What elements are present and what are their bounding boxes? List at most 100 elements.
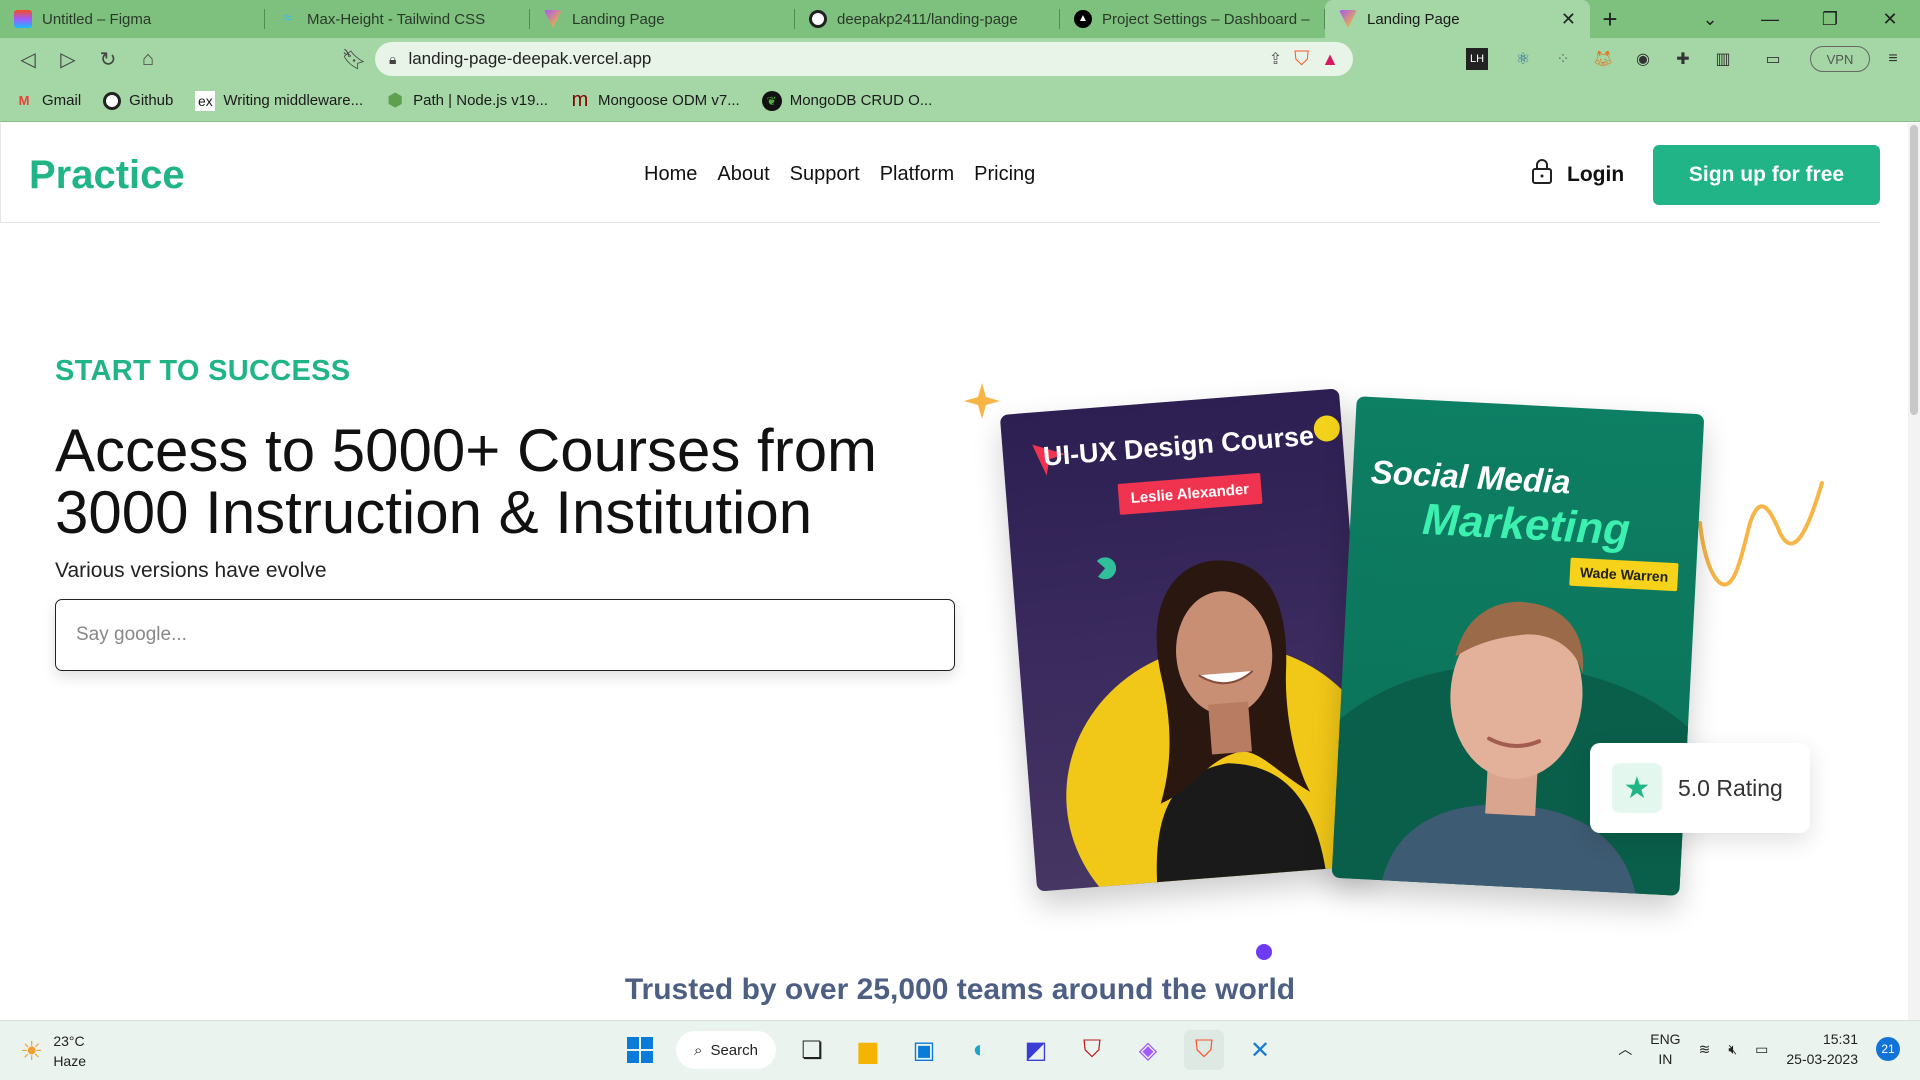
tab-github[interactable]: deepakp2411/landing-page bbox=[795, 0, 1060, 38]
bookmark-icon[interactable]: 🔖︎ bbox=[334, 41, 374, 77]
signup-button[interactable]: Sign up for free bbox=[1653, 145, 1880, 205]
tab-search-chevron-icon[interactable]: ⌄ bbox=[1680, 9, 1740, 30]
figma-icon[interactable]: ◈ bbox=[1128, 1030, 1168, 1070]
nav-home[interactable]: Home bbox=[644, 163, 697, 186]
express-icon: ex bbox=[195, 90, 216, 111]
bookmark-mongoose[interactable]: m Mongoose ODM v7... bbox=[570, 89, 740, 111]
page-viewport: Practice Home About Support Platform Pri… bbox=[0, 123, 1920, 1020]
hero-search-input[interactable] bbox=[55, 599, 955, 671]
bookmark-nodejs[interactable]: ⬢ Path | Node.js v19... bbox=[385, 90, 548, 111]
wallet-icon[interactable]: ▭ bbox=[1758, 44, 1788, 74]
browser-tab-bar: Untitled – Figma ≈ Max-Height - Tailwind… bbox=[0, 0, 1920, 38]
carousel-dot[interactable] bbox=[1256, 944, 1272, 960]
login-button[interactable]: Login bbox=[1531, 159, 1624, 191]
weather-widget[interactable]: ☀ 23°C Haze bbox=[20, 1031, 86, 1071]
nav-pricing[interactable]: Pricing bbox=[974, 163, 1035, 186]
mathway-icon[interactable]: ◩ bbox=[1016, 1030, 1056, 1070]
card2-title-line2: Marketing bbox=[1421, 494, 1632, 555]
brave-icon[interactable]: ⛉ bbox=[1184, 1030, 1224, 1070]
sparkle-icon bbox=[964, 383, 1000, 419]
main-nav: Home About Support Platform Pricing bbox=[644, 163, 1035, 186]
brave-shield-icon[interactable]: ⛉ bbox=[1294, 48, 1309, 71]
mongodb-icon: ❦ bbox=[761, 90, 782, 111]
extension-dots-icon[interactable]: ⁘ bbox=[1548, 44, 1578, 74]
extension-circle-icon[interactable]: ◉ bbox=[1628, 44, 1658, 74]
lighthouse-ext-icon[interactable]: LH bbox=[1466, 48, 1488, 70]
bookmark-label: Writing middleware... bbox=[223, 92, 364, 109]
metamask-icon[interactable]: 🦊︎ bbox=[1588, 44, 1618, 74]
tab-tailwind[interactable]: ≈ Max-Height - Tailwind CSS bbox=[265, 0, 530, 38]
task-view-icon[interactable]: ❏ bbox=[792, 1030, 832, 1070]
back-icon[interactable]: ◁ bbox=[8, 41, 48, 77]
mongoose-icon: m bbox=[571, 89, 589, 111]
hero-eyebrow: START TO SUCCESS bbox=[55, 355, 351, 387]
mcafee-icon[interactable]: ⛉ bbox=[1072, 1030, 1112, 1070]
vpn-label: VPN bbox=[1826, 51, 1854, 67]
page-scrollbar[interactable] bbox=[1908, 123, 1920, 1020]
url-text[interactable]: landing-page-deepak.vercel.app bbox=[408, 49, 1256, 69]
notification-badge[interactable]: 21 bbox=[1876, 1037, 1900, 1061]
brave-rewards-icon[interactable]: ▲ bbox=[1321, 49, 1339, 70]
trusted-heading: Trusted by over 25,000 teams around the … bbox=[624, 973, 1296, 1006]
close-window-button[interactable]: ✕ bbox=[1860, 9, 1920, 30]
new-tab-button[interactable]: + bbox=[1590, 0, 1630, 38]
taskbar-search[interactable]: ⌕ Search bbox=[676, 1031, 776, 1069]
github-icon bbox=[809, 10, 827, 28]
browser-toolbar: ◁ ▷ ↻ ⌂ 🔖︎ 🔒︎ landing-page-deepak.vercel… bbox=[0, 38, 1920, 80]
nav-about[interactable]: About bbox=[717, 163, 769, 186]
system-clock[interactable]: 15:31 25-03-2023 bbox=[1786, 1029, 1858, 1069]
tab-figma[interactable]: Untitled – Figma bbox=[0, 0, 265, 38]
nav-platform[interactable]: Platform bbox=[880, 163, 954, 186]
bookmark-express[interactable]: ex Writing middleware... bbox=[195, 90, 364, 111]
vpn-button[interactable]: VPN bbox=[1810, 46, 1870, 72]
card1-title: UI-UX Design Course bbox=[1042, 420, 1316, 472]
windows-taskbar: ☀ 23°C Haze ⌕ Search ❏ ▆ ▣ ◐ ◩ ⛉ ◈ ⛉ ✕ ︿ … bbox=[0, 1020, 1920, 1080]
lock-icon bbox=[1531, 159, 1553, 191]
tab-vercel[interactable]: ▲ Project Settings – Dashboard – V bbox=[1060, 0, 1325, 38]
tab-title: Project Settings – Dashboard – V bbox=[1102, 10, 1311, 28]
language-indicator[interactable]: ENG IN bbox=[1650, 1029, 1680, 1069]
forward-icon[interactable]: ▷ bbox=[48, 41, 88, 77]
bookmark-github[interactable]: Github bbox=[103, 91, 173, 110]
share-icon[interactable]: ⇪ bbox=[1269, 49, 1282, 69]
tab-title: Untitled – Figma bbox=[42, 10, 152, 28]
card1-instructor: Leslie Alexander bbox=[1117, 472, 1263, 515]
extensions-puzzle-icon[interactable]: ✚ bbox=[1668, 44, 1698, 74]
edge-icon[interactable]: ◐ bbox=[960, 1030, 1000, 1070]
site-logo[interactable]: Practice bbox=[29, 153, 185, 198]
bookmark-gmail[interactable]: M Gmail bbox=[14, 91, 82, 111]
file-explorer-icon[interactable]: ▆ bbox=[848, 1030, 888, 1070]
windows-start-icon[interactable] bbox=[620, 1030, 660, 1070]
nav-support[interactable]: Support bbox=[790, 163, 860, 186]
react-devtools-icon[interactable]: ⚛ bbox=[1508, 44, 1538, 74]
minimize-button[interactable]: — bbox=[1740, 9, 1800, 30]
sidebar-icon[interactable]: ▥ bbox=[1708, 44, 1738, 74]
bookmark-mongodb[interactable]: ❦ MongoDB CRUD O... bbox=[761, 90, 932, 111]
squiggle-decoration bbox=[1698, 481, 1824, 587]
restore-button[interactable]: ❐ bbox=[1800, 9, 1860, 30]
microsoft-store-icon[interactable]: ▣ bbox=[904, 1030, 944, 1070]
card2-title-line1: Social Media bbox=[1369, 453, 1572, 501]
show-hidden-icons-chevron-icon[interactable]: ︿ bbox=[1618, 1039, 1632, 1059]
search-icon: ⌕ bbox=[694, 1041, 703, 1059]
instructor-photo-wade bbox=[1381, 601, 1637, 896]
course-card-uiux[interactable]: UI-UX Design Course Leslie Alexander bbox=[999, 388, 1377, 892]
close-tab-icon[interactable]: ✕ bbox=[1561, 9, 1576, 30]
vscode-icon[interactable]: ✕ bbox=[1240, 1030, 1280, 1070]
menu-icon[interactable]: ≡ bbox=[1878, 44, 1908, 74]
tab-landing-page[interactable]: Landing Page bbox=[530, 0, 795, 38]
battery-icon[interactable]: ▭ bbox=[1755, 1041, 1768, 1058]
volume-muted-icon[interactable]: 🔇︎ bbox=[1728, 1041, 1737, 1058]
login-label: Login bbox=[1567, 163, 1625, 186]
wifi-icon[interactable]: ≋ bbox=[1699, 1041, 1711, 1058]
search-label: Search bbox=[710, 1041, 758, 1059]
vite-icon bbox=[544, 10, 562, 28]
reload-icon[interactable]: ↻ bbox=[88, 41, 128, 77]
yellow-dot-decoration bbox=[1312, 414, 1341, 443]
address-bar[interactable]: 🔒︎ landing-page-deepak.vercel.app ⇪ ⛉ ▲ bbox=[375, 42, 1353, 76]
scrollbar-thumb[interactable] bbox=[1910, 125, 1918, 415]
tab-landing-page-active[interactable]: Landing Page ✕ bbox=[1325, 0, 1590, 38]
clock-time: 15:31 bbox=[1822, 1031, 1858, 1047]
home-icon[interactable]: ⌂ bbox=[128, 41, 168, 77]
hero-subtitle: Various versions have evolve bbox=[55, 559, 327, 582]
